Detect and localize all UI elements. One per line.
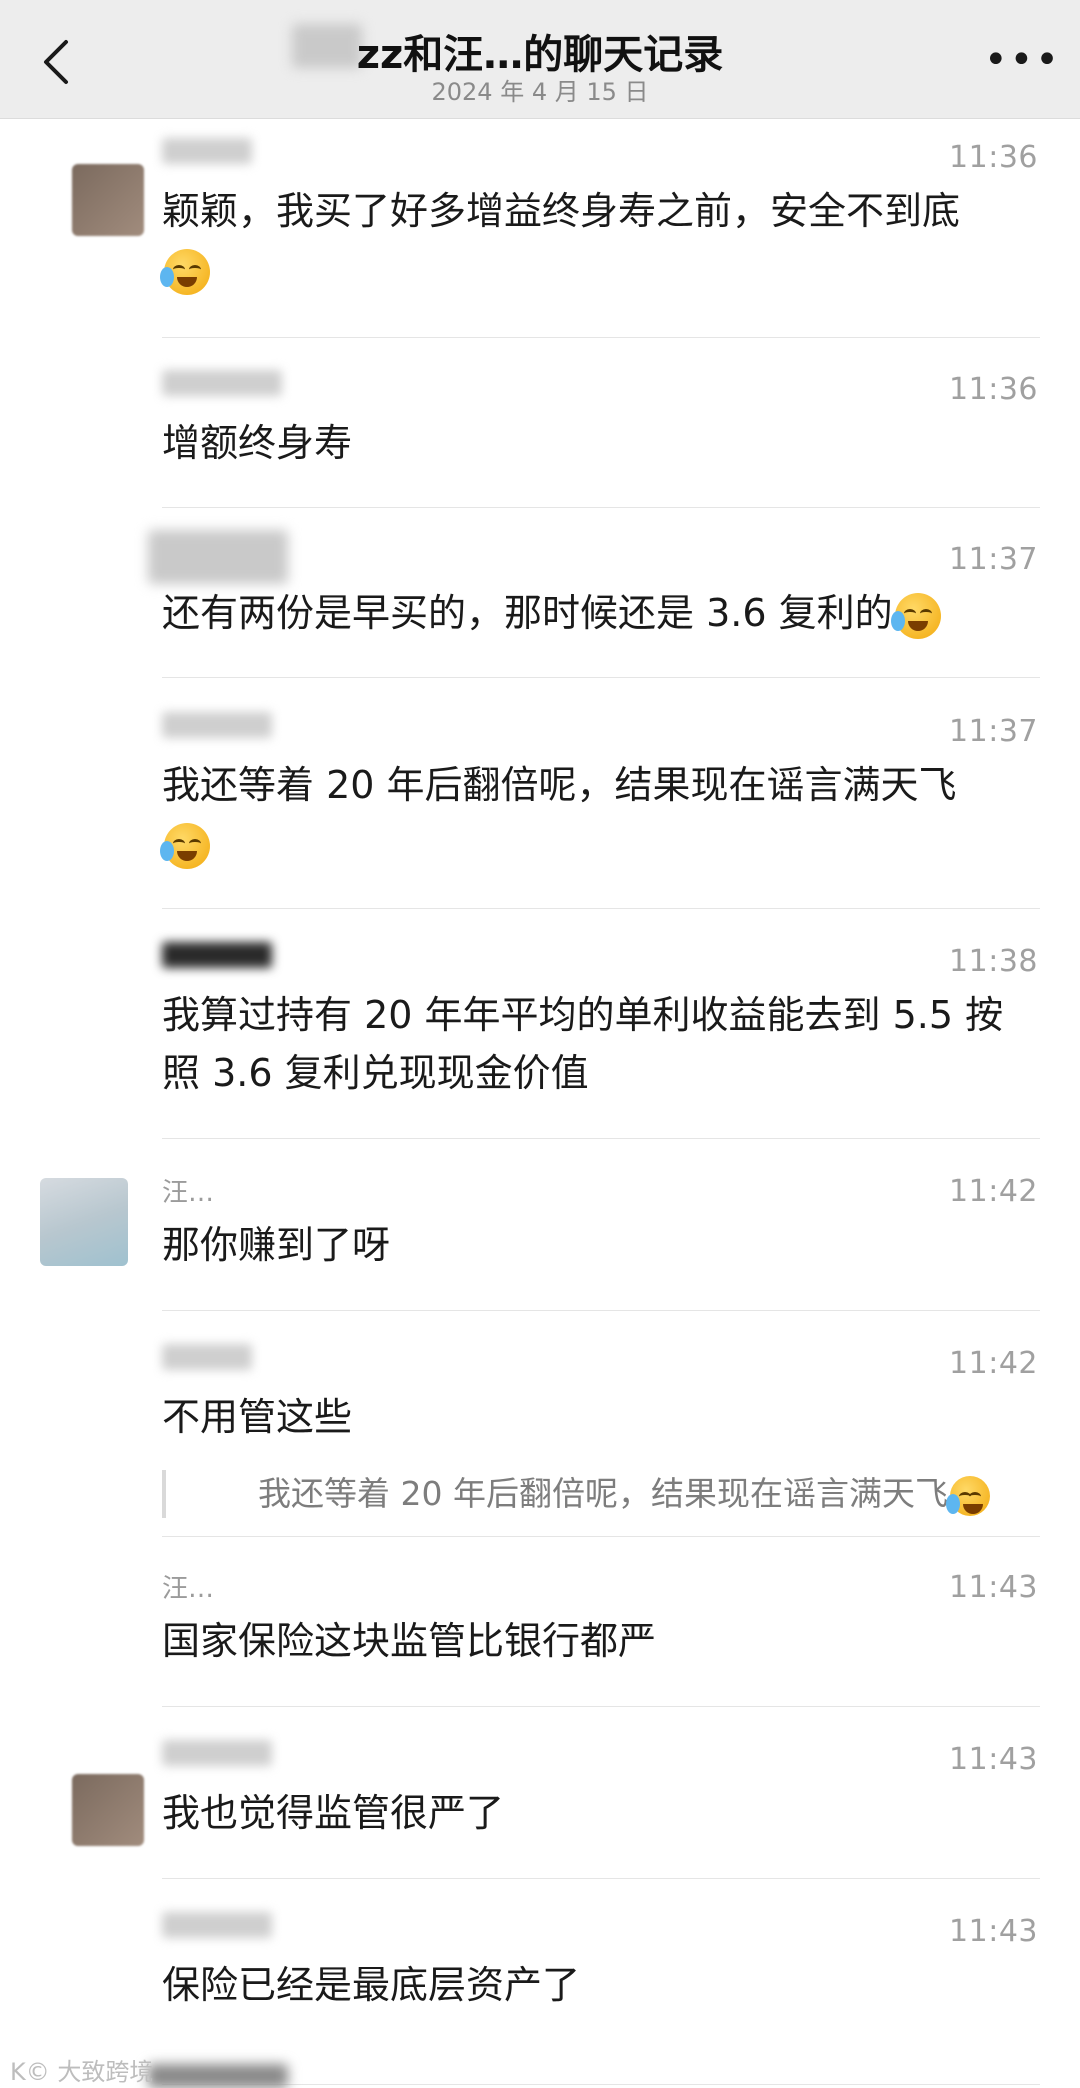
crying-laughing-emoji-icon xyxy=(890,592,941,639)
more-options-button[interactable]: ••• xyxy=(984,40,1059,80)
message-divider xyxy=(162,677,1040,678)
message-text[interactable]: 我还等着 20 年后翻倍呢，结果现在谣言满天飞 xyxy=(160,756,1040,872)
sender-name: 汪… xyxy=(162,1574,215,1604)
message-time: 11:43 xyxy=(949,1742,1038,1777)
avatar[interactable] xyxy=(72,1774,144,1846)
message-text[interactable]: 增额终身寿 xyxy=(162,414,1040,472)
sender-name xyxy=(162,138,252,168)
watermark: K© 大致跨境 xyxy=(10,2058,154,2086)
chat-history-header: zz和汪…的聊天记录 2024 年 4 月 15 日 ••• xyxy=(0,0,1080,119)
message-text[interactable]: 我也觉得监管很严了 xyxy=(162,1784,1040,1842)
quoted-message[interactable]: 我还等着 20 年后翻倍呢，结果现在谣言满天飞 xyxy=(162,1470,1040,1518)
crying-laughing-emoji-icon xyxy=(160,822,210,869)
message-divider xyxy=(162,1310,1040,1311)
message-item: 汪… 11:43 国家保险这块监管比银行都严 xyxy=(0,1554,1080,1707)
message-divider xyxy=(162,507,1040,508)
message-time: 11:37 xyxy=(949,714,1038,749)
crying-laughing-emoji-icon xyxy=(945,1475,990,1516)
message-time: 11:43 xyxy=(949,1570,1038,1605)
message-item: 11:36 颖颖，我买了好多增益终身寿之前，安全不到底 xyxy=(0,124,1080,338)
message-text[interactable]: 那你赚到了呀 xyxy=(162,1216,1040,1274)
message-divider xyxy=(162,1138,1040,1139)
sender-name xyxy=(162,942,272,972)
message-text[interactable]: 不用管这些 xyxy=(162,1388,1040,1446)
message-text[interactable]: 国家保险这块监管比银行都严 xyxy=(162,1612,1040,1670)
message-time: 11:36 xyxy=(949,372,1038,407)
avatar[interactable] xyxy=(72,164,144,236)
message-divider xyxy=(162,1536,1040,1537)
message-time: 11:43 xyxy=(949,1914,1038,1949)
sender-name xyxy=(162,1344,252,1374)
message-divider xyxy=(162,337,1040,338)
message-text[interactable]: 保险已经是最底层资产了 xyxy=(162,1956,1040,2014)
sender-name xyxy=(162,370,282,400)
message-time: 11:42 xyxy=(949,1346,1038,1381)
sender-name xyxy=(162,712,272,742)
message-item: 11:37 我还等着 20 年后翻倍呢，结果现在谣言满天飞 xyxy=(0,698,1080,909)
chat-date: 2024 年 4 月 15 日 xyxy=(431,78,649,106)
message-item: 11:42 不用管这些 我还等着 20 年后翻倍呢，结果现在谣言满天飞 xyxy=(0,1330,1080,1537)
message-item: 汪… 11:42 那你赚到了呀 xyxy=(0,1158,1080,1311)
message-time: 11:38 xyxy=(949,944,1038,979)
avatar[interactable] xyxy=(40,1178,128,1266)
sender-name: 汪… xyxy=(162,1178,215,1208)
blurred-sender xyxy=(148,530,288,584)
message-item: 11:37 还有两份是早买的，那时候还是 3.6 复利的 xyxy=(0,526,1080,678)
message-divider xyxy=(162,908,1040,909)
message-item: 11:43 保险已经是最底层资产了 xyxy=(0,1898,1080,2085)
message-item: 11:43 我也觉得监管很严了 xyxy=(0,1726,1080,1879)
message-text[interactable]: 还有两份是早买的，那时候还是 3.6 复利的 xyxy=(162,584,1040,642)
message-time: 11:37 xyxy=(949,542,1038,577)
message-item: 11:36 增额终身寿 xyxy=(0,356,1080,508)
message-divider xyxy=(162,1878,1040,1879)
message-item: 11:38 我算过持有 20 年年平均的单利收益能去到 5.5 按照 3.6 复… xyxy=(0,928,1080,1139)
crying-laughing-emoji-icon xyxy=(160,248,210,295)
blurred-avatar xyxy=(148,2064,288,2088)
message-divider xyxy=(162,2084,1040,2085)
message-text[interactable]: 我算过持有 20 年年平均的单利收益能去到 5.5 按照 3.6 复利兑现现金价… xyxy=(162,986,1040,1102)
sender-name xyxy=(162,1912,272,1942)
message-time: 11:36 xyxy=(949,140,1038,175)
message-text[interactable]: 颖颖，我买了好多增益终身寿之前，安全不到底 xyxy=(160,182,1040,298)
message-time: 11:42 xyxy=(949,1174,1038,1209)
sender-name xyxy=(162,1740,272,1770)
message-divider xyxy=(162,1706,1040,1707)
